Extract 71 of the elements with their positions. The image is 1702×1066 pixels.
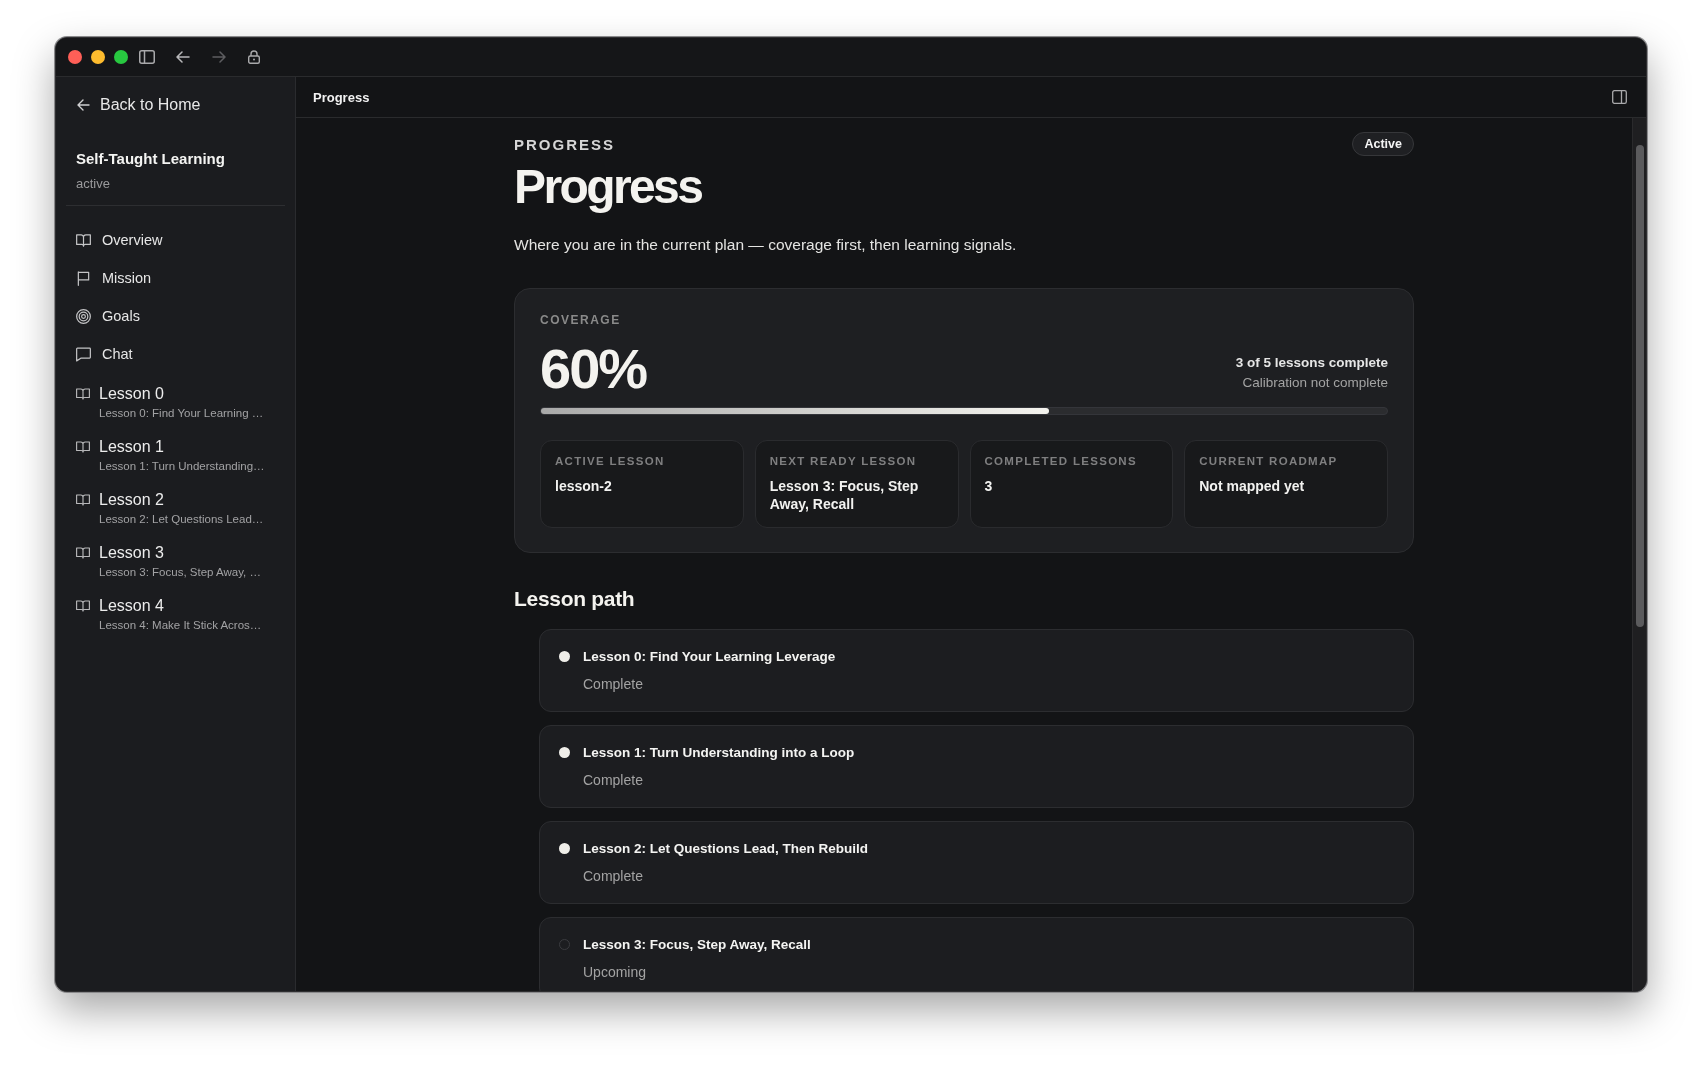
header-title: Progress bbox=[313, 89, 370, 105]
lesson-link-subtitle: Lesson 1: Turn Understanding… bbox=[99, 459, 265, 474]
panel-toggle-icon[interactable] bbox=[1612, 90, 1627, 104]
lesson-title: Lesson 0: Find Your Learning Leverage bbox=[583, 648, 836, 666]
back-link[interactable]: Back to Home bbox=[76, 93, 201, 117]
stat-value: lesson-2 bbox=[555, 477, 612, 495]
book-icon bbox=[76, 388, 90, 400]
coverage-summary: 3 of 5 lessons complete bbox=[1235, 354, 1388, 372]
stat-label: ACTIVE LESSON bbox=[555, 454, 665, 469]
coverage-note: Calibration not complete bbox=[1242, 374, 1388, 392]
target-icon bbox=[76, 308, 91, 324]
chat-bubble-icon bbox=[76, 346, 91, 362]
nav-item[interactable]: Chat bbox=[76, 335, 133, 373]
lesson-status: Complete bbox=[583, 867, 643, 886]
project-status: active bbox=[76, 175, 111, 193]
stat-value: 3 bbox=[984, 477, 993, 495]
back-arrow-icon bbox=[77, 99, 90, 111]
nav-item[interactable]: Overview bbox=[76, 221, 163, 259]
lesson-link[interactable]: Lesson 3 Lesson 3: Focus, Step Away, … bbox=[76, 536, 285, 589]
lesson-link-title: Lesson 0 bbox=[99, 384, 164, 404]
flag-icon bbox=[76, 270, 91, 286]
stat-label: NEXT READY LESSON bbox=[769, 454, 917, 469]
nav-item[interactable]: Mission bbox=[76, 259, 152, 297]
close-icon[interactable] bbox=[68, 50, 82, 64]
book-icon bbox=[76, 232, 91, 248]
lesson-link[interactable]: Lesson 0 Lesson 0: Find Your Learning … bbox=[76, 377, 285, 430]
lesson-link-subtitle: Lesson 4: Make It Stick Acros… bbox=[99, 618, 262, 633]
lesson-card[interactable]: Lesson 1: Turn Understanding into a Loop Complete bbox=[539, 725, 1414, 808]
nav-item[interactable]: Goals bbox=[76, 297, 140, 335]
book-icon bbox=[76, 494, 90, 506]
lesson-title: Lesson 1: Turn Understanding into a Loop bbox=[583, 744, 855, 762]
maximize-icon[interactable] bbox=[114, 50, 128, 64]
lesson-link-title: Lesson 2 bbox=[99, 490, 164, 510]
lesson-link[interactable]: Lesson 4 Lesson 4: Make It Stick Acros… bbox=[76, 589, 285, 642]
lesson-card[interactable]: Lesson 0: Find Your Learning Leverage Complete bbox=[539, 629, 1414, 712]
back-arrow-icon[interactable] bbox=[176, 51, 190, 63]
minimize-icon[interactable] bbox=[91, 50, 105, 64]
forward-arrow-icon[interactable] bbox=[212, 51, 226, 63]
lesson-link-subtitle: Lesson 2: Let Questions Lead… bbox=[99, 512, 264, 527]
section-heading: Lesson path bbox=[514, 586, 636, 612]
lesson-card[interactable]: Lesson 2: Let Questions Lead, Then Rebuild Complete bbox=[539, 821, 1414, 904]
lesson-link-subtitle: Lesson 0: Find Your Learning … bbox=[99, 406, 264, 421]
status-badge: Active bbox=[1352, 132, 1414, 156]
lock-icon[interactable] bbox=[248, 50, 260, 64]
page-description: Where you are in the current plan — coverage first, then learning signals. bbox=[514, 235, 1018, 255]
stat-value: Not mapped yet bbox=[1199, 477, 1305, 495]
lesson-title: Lesson 2: Let Questions Lead, Then Rebuild bbox=[583, 840, 869, 858]
lesson-link-title: Lesson 3 bbox=[99, 543, 164, 563]
project-title: Self-Taught Learning bbox=[76, 149, 226, 169]
lesson-title: Lesson 3: Focus, Step Away, Recall bbox=[583, 936, 811, 954]
lesson-link[interactable]: Lesson 1 Lesson 1: Turn Understanding… bbox=[76, 430, 285, 483]
lesson-link-title: Lesson 4 bbox=[99, 596, 164, 616]
book-icon bbox=[76, 547, 90, 559]
lesson-status: Complete bbox=[583, 771, 643, 790]
book-icon bbox=[76, 441, 90, 453]
page-eyebrow: PROGRESS bbox=[514, 135, 616, 153]
coverage-label: COVERAGE bbox=[540, 312, 622, 328]
lesson-link-title: Lesson 1 bbox=[99, 437, 164, 457]
stat-label: CURRENT ROADMAP bbox=[1199, 454, 1338, 469]
stat-label: COMPLETED LESSONS bbox=[984, 454, 1137, 469]
lesson-card[interactable]: Lesson 3: Focus, Step Away, Recall Upcoming bbox=[539, 917, 1414, 991]
stat-value: Lesson 3: Focus, Step Away, Recall bbox=[769, 477, 920, 513]
lesson-link-subtitle: Lesson 3: Focus, Step Away, … bbox=[99, 565, 261, 580]
sidebar-toggle-icon[interactable] bbox=[139, 50, 155, 64]
lesson-status: Upcoming bbox=[583, 963, 647, 982]
page-title: Progress bbox=[514, 160, 703, 213]
lesson-status: Complete bbox=[583, 675, 643, 694]
scrollbar-thumb[interactable] bbox=[1636, 145, 1644, 627]
coverage-percent: 60% bbox=[540, 340, 647, 398]
book-icon bbox=[76, 600, 90, 612]
lesson-link[interactable]: Lesson 2 Lesson 2: Let Questions Lead… bbox=[76, 483, 285, 536]
